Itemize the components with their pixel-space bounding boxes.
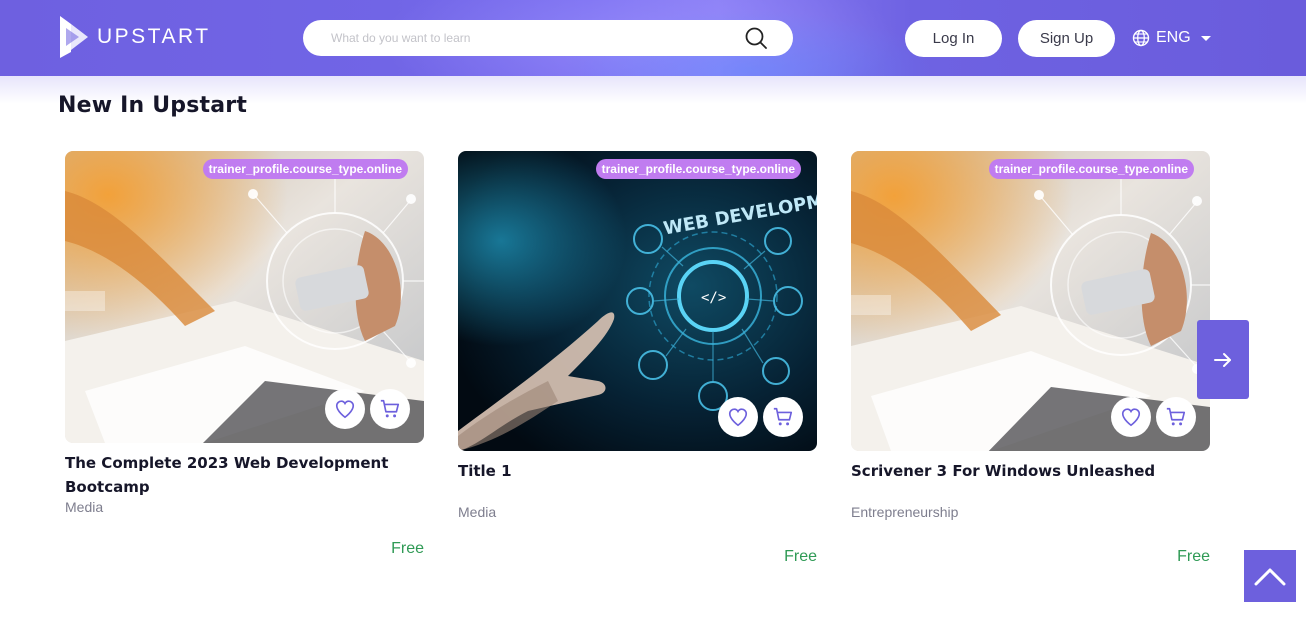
scroll-to-top-button[interactable] [1244,550,1296,602]
course-type-badge: trainer_profile.course_type.online [988,159,1194,179]
course-category: Entrepreneurship [851,504,959,520]
login-button[interactable]: Log In [905,20,1002,57]
web-development-photo: WEB DEVELOPMENT </> [458,151,817,451]
add-to-cart-button[interactable] [1156,397,1196,437]
section-title: New In Upstart [58,93,248,118]
course-category: Media [65,499,104,515]
favorite-button[interactable] [1111,397,1151,437]
course-price: Free [391,540,424,557]
course-card[interactable]: WEB DEVELOPMENT </> trainer_profile.cour… [458,151,817,565]
language-selector[interactable]: ENG [1132,27,1211,49]
add-to-cart-button[interactable] [763,397,803,437]
course-type-badge: trainer_profile.course_type.online [595,159,801,179]
course-title[interactable]: The Complete 2023 Web Development Bootca… [65,451,424,499]
logo-icon [57,14,89,60]
course-title[interactable]: Scrivener 3 For Windows Unleashed [851,459,1210,483]
language-label: ENG [1156,29,1191,46]
notebook-tablet-photo [65,151,424,443]
search-icon[interactable] [745,27,767,49]
notebook-tablet-photo [851,151,1210,451]
add-to-cart-button[interactable] [370,389,410,429]
caret-down-icon [1200,35,1211,41]
course-price: Free [1177,548,1210,565]
arrow-right-icon [1214,352,1231,367]
course-price: Free [784,548,817,565]
heart-icon [1121,408,1141,427]
course-image[interactable]: trainer_profile.course_type.online [851,151,1210,451]
carousel-next-button[interactable] [1197,320,1249,399]
search-input[interactable] [331,23,731,53]
chevron-up-icon [1254,568,1286,586]
signup-button[interactable]: Sign Up [1018,20,1115,57]
brand-logo[interactable]: UPSTART [57,14,211,60]
course-type-badge: trainer_profile.course_type.online [202,159,408,179]
heart-icon [728,408,748,427]
favorite-button[interactable] [718,397,758,437]
course-category: Media [458,504,497,520]
cart-icon [1166,407,1186,426]
svg-text:</>: </> [701,290,726,306]
course-image[interactable]: trainer_profile.course_type.online [65,151,424,443]
course-title[interactable]: Title 1 [458,459,817,483]
heart-icon [335,400,355,419]
globe-icon [1132,29,1150,47]
favorite-button[interactable] [325,389,365,429]
cart-icon [380,399,400,418]
cart-icon [773,407,793,426]
course-image[interactable]: WEB DEVELOPMENT </> trainer_profile.cour… [458,151,817,451]
brand-name: UPSTART [97,25,211,48]
search-bar [303,20,793,56]
top-navbar: UPSTART Log In Sign Up ENG [0,0,1306,76]
course-card[interactable]: trainer_profile.course_type.online The C… [65,151,424,557]
course-card[interactable]: trainer_profile.course_type.online Scriv… [851,151,1210,565]
